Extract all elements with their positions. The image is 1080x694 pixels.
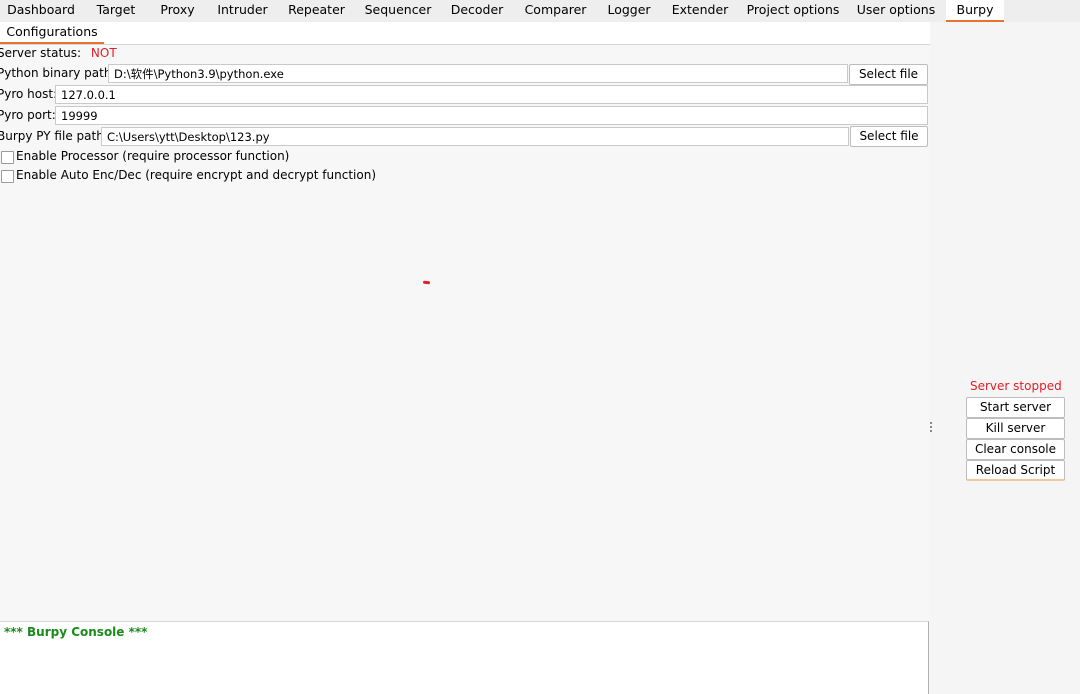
sub-tab-bar: Configurations [0,22,930,45]
tab-project-options[interactable]: Project options [742,0,844,22]
pyro-port-field[interactable]: 19999 [55,106,928,125]
reload-script-button[interactable]: Reload Script [966,460,1065,481]
configuration-panel: Server status: NOT Python binary path: D… [0,45,930,617]
server-status-label: Server status: [0,46,82,60]
enable-processor-checkbox[interactable] [1,151,14,164]
tab-intruder[interactable]: Intruder [205,0,280,22]
enable-auto-encdec-label: Enable Auto Enc/Dec (require encrypt and… [16,168,377,182]
kill-server-button[interactable]: Kill server [966,418,1065,439]
tab-configurations[interactable]: Configurations [0,22,104,44]
pyro-port-label: Pyro port: [0,108,56,122]
tab-burpy[interactable]: Burpy [946,0,1004,22]
enable-auto-encdec-checkbox[interactable] [1,170,14,183]
burpy-py-select-file-button[interactable]: Select file [850,126,928,147]
main-tab-bar: Dashboard Target Proxy Intruder Repeater… [0,0,1080,23]
tab-dashboard[interactable]: Dashboard [0,0,82,22]
pyro-host-label: Pyro host: [0,87,58,101]
tab-sequencer[interactable]: Sequencer [353,0,443,22]
pyro-host-field[interactable]: 127.0.0.1 [55,85,928,104]
tab-target[interactable]: Target [82,0,150,22]
tab-user-options[interactable]: User options [844,0,948,22]
panel-divider-handle[interactable] [930,422,933,436]
enable-processor-label: Enable Processor (require processor func… [16,149,290,163]
server-control-panel [930,22,1080,694]
tab-decoder[interactable]: Decoder [443,0,511,22]
start-server-button[interactable]: Start server [966,397,1065,418]
server-status-value: NOT [90,46,117,60]
python-binary-label: Python binary path: [0,66,116,80]
burpy-console[interactable]: *** Burpy Console *** [0,621,929,694]
console-splitter-handle[interactable] [458,617,470,628]
burpy-py-file-path-field[interactable]: C:\Users\ytt\Desktop\123.py [101,127,849,146]
clear-console-button[interactable]: Clear console [966,439,1065,460]
tab-logger[interactable]: Logger [600,0,658,22]
tab-proxy[interactable]: Proxy [150,0,205,22]
python-binary-path-field[interactable]: D:\软件\Python3.9\python.exe [108,64,848,83]
python-binary-select-file-button[interactable]: Select file [849,64,928,85]
console-header-text: *** Burpy Console *** [4,625,148,639]
server-stopped-status: Server stopped [970,379,1062,393]
tab-extender[interactable]: Extender [658,0,742,22]
burpy-py-file-label: Burpy PY file path: [0,129,108,143]
tab-repeater[interactable]: Repeater [280,0,353,22]
server-status-row: Server status: NOT [0,43,117,63]
red-mark [422,280,431,285]
tab-comparer[interactable]: Comparer [511,0,600,22]
